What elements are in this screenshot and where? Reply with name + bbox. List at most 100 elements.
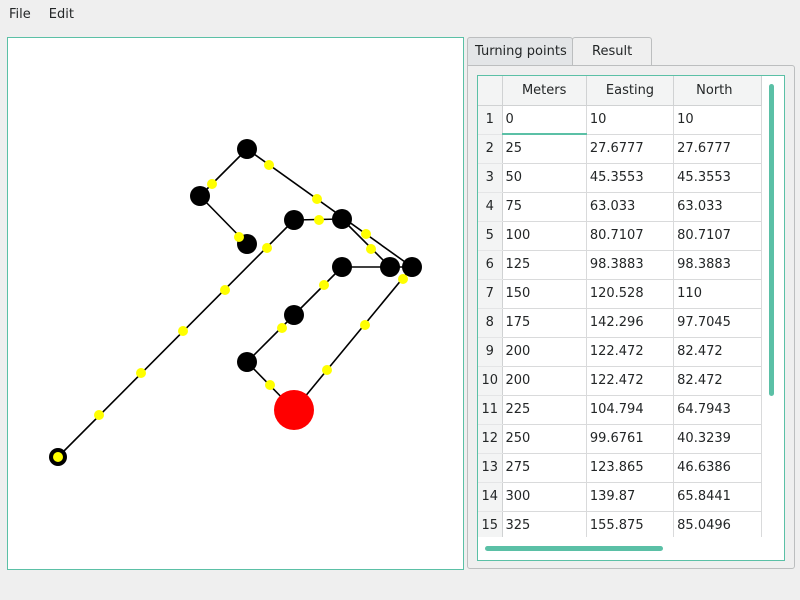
table-cell[interactable]: 64.7943	[673, 395, 762, 425]
table-cell[interactable]: 50	[502, 163, 587, 193]
interval-marker	[319, 280, 329, 290]
row-header[interactable]: 12	[478, 424, 503, 454]
turning-point[interactable]	[237, 139, 257, 159]
table-cell[interactable]: 250	[502, 424, 587, 454]
table-cell[interactable]: 45.3553	[586, 163, 675, 193]
row-header[interactable]: 7	[478, 279, 503, 309]
row-header[interactable]: 9	[478, 337, 503, 367]
table-cell[interactable]: 82.472	[673, 366, 762, 396]
interval-marker	[366, 244, 376, 254]
row-header[interactable]: 1	[478, 105, 503, 135]
column-header-northing[interactable]: North	[673, 76, 762, 106]
table-cell[interactable]: 27.6777	[586, 134, 675, 164]
table-cell[interactable]: 200	[502, 337, 587, 367]
turning-point[interactable]	[332, 209, 352, 229]
menu-bar: File Edit	[0, 0, 800, 30]
table-cell[interactable]: 325	[502, 511, 587, 537]
table-cell[interactable]: 40.3239	[673, 424, 762, 454]
table-cell[interactable]: 150	[502, 279, 587, 309]
interval-marker	[264, 160, 274, 170]
interval-marker	[361, 229, 371, 239]
table-row: 5 100 80.7107 80.7107	[478, 221, 762, 251]
table-cell[interactable]: 45.3553	[673, 163, 762, 193]
row-header[interactable]: 13	[478, 453, 503, 483]
row-header[interactable]: 15	[478, 511, 503, 537]
vertical-scrollbar-thumb[interactable]	[769, 84, 774, 396]
row-header[interactable]: 3	[478, 163, 503, 193]
table-cell[interactable]: 98.3883	[673, 250, 762, 280]
interval-marker	[178, 326, 188, 336]
vertical-scrollbar[interactable]	[764, 76, 784, 537]
table-cell[interactable]: 175	[502, 308, 587, 338]
table-cell[interactable]: 75	[502, 192, 587, 222]
row-header[interactable]: 8	[478, 308, 503, 338]
tab-turning-points[interactable]: Turning points	[467, 37, 573, 66]
table-row: 12 250 99.6761 40.3239	[478, 424, 762, 454]
table-cell[interactable]: 275	[502, 453, 587, 483]
turning-point[interactable]	[237, 352, 257, 372]
table-cell[interactable]: 0	[502, 105, 587, 135]
table-cell[interactable]: 27.6777	[673, 134, 762, 164]
table-cell[interactable]: 25	[502, 134, 587, 164]
table-cell[interactable]: 85.0496	[673, 511, 762, 537]
table-cell[interactable]: 122.472	[586, 337, 675, 367]
horizontal-scrollbar-thumb[interactable]	[485, 546, 663, 551]
table-cell[interactable]: 46.6386	[673, 453, 762, 483]
row-header[interactable]: 11	[478, 395, 503, 425]
turning-point[interactable]	[284, 210, 304, 230]
row-header[interactable]: 10	[478, 366, 503, 396]
table-cell[interactable]: 82.472	[673, 337, 762, 367]
table-cell[interactable]: 10	[586, 105, 675, 135]
table-cell[interactable]: 142.296	[586, 308, 675, 338]
turning-point[interactable]	[402, 257, 422, 277]
menu-edit[interactable]: Edit	[40, 0, 83, 30]
row-header[interactable]: 14	[478, 482, 503, 512]
table-cell[interactable]: 10	[673, 105, 762, 135]
table-cell[interactable]: 200	[502, 366, 587, 396]
turning-point[interactable]	[380, 257, 400, 277]
turning-point[interactable]	[284, 305, 304, 325]
table-cell[interactable]: 122.472	[586, 366, 675, 396]
tab-result[interactable]: Result	[572, 37, 653, 67]
table-cell[interactable]: 97.7045	[673, 308, 762, 338]
table-cell[interactable]: 99.6761	[586, 424, 675, 454]
table-cell[interactable]: 65.8441	[673, 482, 762, 512]
interval-marker	[277, 323, 287, 333]
table-cell[interactable]: 80.7107	[673, 221, 762, 251]
table-cell[interactable]: 98.3883	[586, 250, 675, 280]
table-row: 2 25 27.6777 27.6777	[478, 134, 762, 164]
row-header[interactable]: 2	[478, 134, 503, 164]
column-header-easting[interactable]: Easting	[586, 76, 675, 106]
table-cell[interactable]: 104.794	[586, 395, 675, 425]
table-cell[interactable]: 123.865	[586, 453, 675, 483]
table-cell[interactable]: 155.875	[586, 511, 675, 537]
interval-marker	[53, 452, 63, 462]
turning-point[interactable]	[332, 257, 352, 277]
table-cell[interactable]: 139.87	[586, 482, 675, 512]
menu-file[interactable]: File	[0, 0, 40, 30]
row-header[interactable]: 6	[478, 250, 503, 280]
interval-marker	[262, 243, 272, 253]
table-cell[interactable]: 110	[673, 279, 762, 309]
turning-point[interactable]	[190, 186, 210, 206]
table-row: 15 325 155.875 85.0496	[478, 511, 762, 537]
column-header-meters[interactable]: Meters	[502, 76, 587, 106]
row-header[interactable]: 4	[478, 192, 503, 222]
horizontal-scrollbar[interactable]	[478, 537, 762, 560]
end-point[interactable]	[274, 390, 314, 430]
path-drawing[interactable]	[8, 38, 463, 569]
table-row: 14 300 139.87 65.8441	[478, 482, 762, 512]
table-cell[interactable]: 63.033	[673, 192, 762, 222]
table-cell[interactable]: 225	[502, 395, 587, 425]
drawing-canvas[interactable]	[7, 37, 464, 570]
table-cell[interactable]: 63.033	[586, 192, 675, 222]
corner-button[interactable]	[478, 76, 503, 106]
result-table: Meters Easting North 1 0 10 10 2 25 27.6…	[477, 75, 785, 561]
table-cell[interactable]: 100	[502, 221, 587, 251]
table-cell[interactable]: 300	[502, 482, 587, 512]
interval-marker	[398, 274, 408, 284]
table-cell[interactable]: 125	[502, 250, 587, 280]
row-header[interactable]: 5	[478, 221, 503, 251]
table-cell[interactable]: 120.528	[586, 279, 675, 309]
table-cell[interactable]: 80.7107	[586, 221, 675, 251]
